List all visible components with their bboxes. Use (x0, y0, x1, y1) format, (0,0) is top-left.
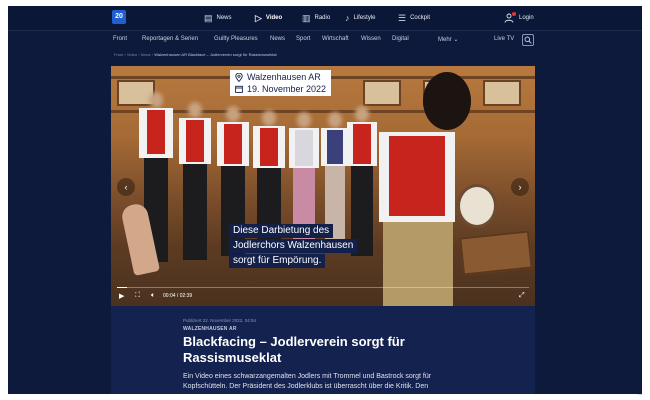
sliders-icon: ☰ (398, 12, 407, 23)
video-date: 19. November 2022 (247, 84, 327, 94)
radio-icon: ▥ (302, 12, 311, 23)
fullscreen-icon[interactable]: ⤢ (519, 292, 525, 300)
breadcrumb: Front › Video › News › Walzenhausen AR B… (114, 52, 277, 57)
breadcrumb-current: Walzenhausen AR Blackface – Jodlerverein… (154, 52, 277, 57)
play-icon[interactable]: ▶ (119, 292, 124, 300)
article-lead: Ein Video eines schwarzangemalten Jodler… (183, 373, 432, 390)
video-player[interactable]: Walzenhausen AR 19. November 2022 Diese … (111, 66, 535, 306)
nav-radio-label: Radio (314, 15, 331, 21)
mouse-cursor-icon: ☝︎ (637, 387, 643, 397)
subnav-item-digital[interactable]: Digital (392, 36, 409, 42)
search-icon (524, 36, 532, 44)
site-logo[interactable]: 20 (112, 10, 126, 24)
time-total: 02:39 (179, 293, 193, 299)
caption-line: Diese Darbietung des (229, 224, 334, 238)
video-controls: ▶ ⛶ 🔈︎ 00:04 / 02:39 ⤢ (111, 288, 535, 306)
subnav-item-news[interactable]: News (270, 36, 285, 42)
nav-video[interactable]: ▷ Video (255, 6, 282, 30)
subnav-more-label: Mehr (438, 37, 452, 43)
live-tv-link[interactable]: Live TV (494, 36, 514, 42)
map-pin-icon (235, 72, 243, 82)
previous-video-button[interactable]: ‹ (117, 178, 135, 196)
time-separator: / (176, 293, 179, 299)
scene-person (179, 102, 211, 260)
chevron-down-icon: ⌄ (453, 37, 459, 43)
volume-icon[interactable]: 🔈︎ (151, 292, 155, 300)
scene-performer-head (423, 72, 471, 130)
scene-person (321, 112, 349, 242)
breadcrumb-item[interactable]: Front (114, 52, 123, 57)
scene-performer (373, 128, 463, 306)
subnav-item-wirtschaft[interactable]: Wirtschaft (322, 36, 349, 42)
top-bar: 20 ▤ News ▷ Video ▥ Radio ♪ Lifestyle ☰ … (8, 6, 642, 30)
lipstick-icon: ♪ (345, 12, 350, 23)
nav-lifestyle-label: Lifestyle (353, 15, 376, 21)
scene-window (363, 80, 401, 106)
nav-news-label: News (216, 15, 232, 21)
breadcrumb-item[interactable]: Video (127, 52, 137, 57)
scene-sign (459, 230, 533, 276)
breadcrumb-item[interactable]: News (141, 52, 151, 57)
subnav-item-sport[interactable]: Sport (296, 36, 310, 42)
caption-line: sorgt für Empörung. (229, 254, 326, 268)
calendar-icon (235, 85, 243, 93)
nav-radio[interactable]: ▥ Radio (302, 6, 330, 30)
subnav-item-front[interactable]: Front (113, 36, 127, 42)
article-kicker: WALZENHAUSEN AR (183, 326, 237, 332)
subnav-item-wissen[interactable]: Wissen (361, 36, 381, 42)
caption-line: Jodlerchors Walzenhausen (229, 239, 358, 253)
subnav-more[interactable]: Mehr ⌄ (438, 36, 458, 43)
browser-viewport: 20 ▤ News ▷ Video ▥ Radio ♪ Lifestyle ☰ … (8, 6, 642, 394)
published-date: Publiziert 22. November 2022, 04:54 (183, 318, 257, 323)
login-label: Login (519, 15, 534, 21)
section-nav: Front Reportagen & Serien Guilty Pleasur… (8, 30, 642, 48)
play-icon: ▷ (255, 12, 262, 23)
notification-dot (512, 12, 516, 16)
video-caption: Diese Darbietung des Jodlerchors Walzenh… (229, 224, 358, 268)
nav-news[interactable]: ▤ News (204, 6, 232, 30)
subnav-item-reportagen[interactable]: Reportagen & Serien (142, 36, 198, 42)
article-headline: Blackfacing – Jodlerverein sorgt für Ras… (183, 334, 405, 365)
search-button[interactable] (522, 34, 534, 46)
scene-window (483, 80, 521, 106)
subnav-item-guilty-pleasures[interactable]: Guilty Pleasures (214, 36, 258, 42)
nav-video-label: Video (265, 15, 283, 21)
chapters-icon[interactable]: ⛶ (135, 292, 140, 300)
next-video-button[interactable]: › (511, 178, 529, 196)
chevron-right-icon: › (518, 182, 522, 192)
login-button[interactable]: Login (504, 6, 534, 30)
nav-lifestyle[interactable]: ♪ Lifestyle (345, 6, 376, 30)
video-location: Walzenhausen AR (247, 72, 321, 82)
newspaper-icon: ▤ (204, 12, 213, 23)
location-date-label: Walzenhausen AR 19. November 2022 (230, 70, 332, 96)
scene-drum (457, 184, 497, 228)
nav-cockpit-label: Cockpit (410, 15, 431, 21)
article-panel: Publiziert 22. November 2022, 04:54 WALZ… (111, 306, 535, 394)
video-time: 00:04 / 02:39 (163, 293, 192, 299)
time-current: 00:04 (163, 293, 176, 299)
nav-cockpit[interactable]: ☰ Cockpit (398, 6, 430, 30)
chevron-left-icon: ‹ (124, 182, 128, 192)
